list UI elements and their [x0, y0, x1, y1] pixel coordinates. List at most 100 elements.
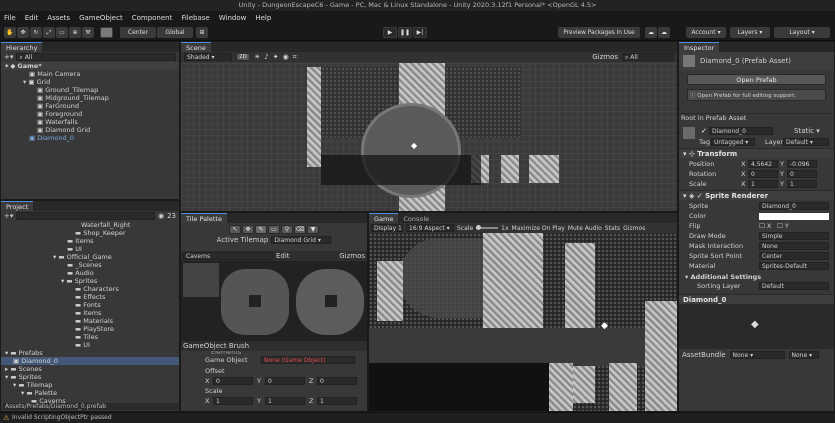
- hierarchy-item-diamond[interactable]: ▣ Diamond_0: [1, 134, 179, 142]
- assetbundle-dropdown[interactable]: None ▾: [729, 351, 785, 359]
- palette-grid[interactable]: [181, 261, 367, 341]
- flip-x-checkbox[interactable]: ☐ X: [759, 222, 771, 230]
- project-folder[interactable]: ▬ _Scenes: [1, 261, 179, 269]
- paint-tool-icon[interactable]: ✎: [255, 225, 267, 234]
- color-swatch[interactable]: [759, 213, 829, 220]
- grid-snap-icon[interactable]: ⊞: [196, 27, 208, 38]
- scene-search-input[interactable]: ⌕ All: [622, 53, 674, 61]
- preview-packages-button[interactable]: Preview Packages in Use: [558, 27, 640, 38]
- transform-header[interactable]: ▾ ⊹ Transform: [679, 148, 834, 158]
- scene-gizmos-button[interactable]: Gizmos: [592, 53, 618, 61]
- eye-icon[interactable]: ◉: [158, 212, 164, 220]
- palette-tile[interactable]: [183, 263, 219, 297]
- editor-tool-icon[interactable]: [100, 27, 113, 38]
- transform-tool-icon[interactable]: ⊕: [69, 27, 81, 38]
- tag-dropdown[interactable]: Untagged ▾: [711, 138, 755, 146]
- active-checkbox[interactable]: ✓: [701, 127, 707, 135]
- project-folder[interactable]: ▬ Characters: [1, 285, 179, 293]
- project-folder[interactable]: ▬ Fonts: [1, 301, 179, 309]
- pivot-center-toggle[interactable]: Center: [120, 27, 156, 38]
- project-folder[interactable]: ▾ ▬ Official_Game: [1, 253, 179, 261]
- audio-icon[interactable]: ♪: [264, 53, 268, 61]
- active-tilemap-dropdown[interactable]: Diamond Grid ▾: [271, 236, 332, 244]
- display-dropdown[interactable]: Display 1 ▾: [371, 224, 403, 239]
- scale-x-field[interactable]: 1: [748, 180, 778, 188]
- offset-y-field[interactable]: 0: [265, 377, 305, 385]
- step-button[interactable]: ▶|: [413, 27, 427, 38]
- game-object-field[interactable]: None (Game Object): [261, 356, 355, 364]
- tab-tile-palette[interactable]: Tile Palette: [181, 213, 227, 223]
- hierarchy-item-foreground[interactable]: ▣ Foreground: [1, 110, 179, 118]
- menu-filebase[interactable]: Filebase: [181, 14, 209, 22]
- menu-file[interactable]: File: [4, 14, 16, 22]
- assetbundle-variant-dropdown[interactable]: None ▾: [788, 351, 819, 359]
- brush-dropdown[interactable]: GameObject Brush: [181, 341, 367, 351]
- palette-scale-z-field[interactable]: 1: [317, 397, 357, 405]
- maximize-on-play-toggle[interactable]: Maximize On Play: [512, 225, 565, 232]
- hierarchy-item-waterfalls[interactable]: ▣ Waterfalls: [1, 118, 179, 126]
- project-folder[interactable]: ▾ ▬ Sprites: [1, 277, 179, 285]
- project-search-input[interactable]: [16, 212, 155, 220]
- name-field[interactable]: Diamond_0: [709, 127, 773, 135]
- sprite-renderer-header[interactable]: ▾ ◈ ✓ Sprite Renderer: [679, 190, 834, 200]
- draw-mode-dropdown[interactable]: Simple: [759, 232, 829, 240]
- palette-scale-y-field[interactable]: 1: [265, 397, 305, 405]
- hierarchy-item-farground[interactable]: ▣ FarGround: [1, 102, 179, 110]
- scale-y-field[interactable]: 1: [787, 180, 817, 188]
- palette-gizmos-button[interactable]: Gizmos: [339, 252, 365, 260]
- scale-slider[interactable]: [476, 225, 499, 230]
- menu-assets[interactable]: Assets: [47, 14, 70, 22]
- picker-tool-icon[interactable]: ⚲: [281, 225, 293, 234]
- tab-project[interactable]: Project: [1, 201, 34, 211]
- project-folder[interactable]: ▬ UI: [1, 245, 179, 253]
- global-toggle[interactable]: Global: [157, 27, 193, 38]
- account-dropdown[interactable]: Account ▾: [686, 27, 726, 38]
- static-toggle[interactable]: Static ▾: [794, 127, 820, 135]
- game-viewport[interactable]: ◆: [369, 233, 677, 411]
- material-field[interactable]: Sprites-Default: [759, 262, 829, 270]
- add-icon[interactable]: +▾: [4, 212, 13, 220]
- pause-button[interactable]: ❚❚: [398, 27, 412, 38]
- rect-tool-icon[interactable]: ▭: [56, 27, 68, 38]
- mask-interaction-dropdown[interactable]: None: [759, 242, 829, 250]
- eraser-tool-icon[interactable]: ⌫: [294, 225, 306, 234]
- hierarchy-item-diamond-grid[interactable]: ▣ Diamond Grid: [1, 126, 179, 134]
- tab-scene[interactable]: Scene: [181, 42, 211, 52]
- project-folder[interactable]: ▸ ▬ Scenes: [1, 365, 179, 373]
- rotate-tool-icon[interactable]: ↻: [30, 27, 42, 38]
- open-prefab-button[interactable]: Open Prefab: [687, 74, 826, 85]
- position-y-field[interactable]: -0.096: [787, 160, 817, 168]
- project-folder[interactable]: ▬ Tiles: [1, 333, 179, 341]
- add-icon[interactable]: +▾: [4, 53, 13, 61]
- effects-icon[interactable]: ✦: [273, 53, 279, 61]
- project-folder[interactable]: ▾ ▬ Sprites: [1, 373, 179, 381]
- project-folder[interactable]: ▾ ▬ Palette: [1, 389, 179, 397]
- menu-edit[interactable]: Edit: [25, 14, 39, 22]
- game-gizmos-button[interactable]: Gizmos: [623, 225, 645, 232]
- position-x-field[interactable]: 4.5642: [748, 160, 778, 168]
- fill-tool-icon[interactable]: ▼: [307, 225, 319, 234]
- mute-audio-toggle[interactable]: Mute Audio: [568, 225, 602, 232]
- select-tool-icon[interactable]: ↖: [229, 225, 241, 234]
- additional-settings-toggle[interactable]: ▾ Additional Settings: [679, 273, 834, 281]
- layout-dropdown[interactable]: Layout ▾: [774, 27, 830, 38]
- palette-scale-x-field[interactable]: 1: [213, 397, 253, 405]
- hierarchy-item-midground-tilemap[interactable]: ▣ Midground_Tilemap: [1, 94, 179, 102]
- menu-gameobject[interactable]: GameObject: [79, 14, 123, 22]
- palette-dropdown[interactable]: Cavems: [183, 252, 273, 260]
- play-button[interactable]: ▶: [383, 27, 397, 38]
- camera-icon[interactable]: ⌗: [293, 53, 297, 62]
- project-item[interactable]: ▬ Shop_Keeper: [1, 229, 179, 237]
- project-folder[interactable]: ▬ Materials: [1, 317, 179, 325]
- tab-console[interactable]: Console: [398, 213, 435, 223]
- aspect-dropdown[interactable]: 16:9 Aspect ▾: [406, 224, 454, 232]
- tab-game[interactable]: Game: [369, 213, 399, 223]
- project-item-selected[interactable]: ▣ Diamond_0: [1, 357, 179, 365]
- move-tool-icon[interactable]: ✥: [17, 27, 29, 38]
- move-tool-icon[interactable]: ✥: [242, 225, 254, 234]
- shading-dropdown[interactable]: Shaded ▾: [184, 53, 232, 61]
- cloud-icon[interactable]: ☁: [658, 27, 670, 38]
- palette-edit-button[interactable]: Edit: [276, 252, 290, 260]
- hand-tool-icon[interactable]: ✋: [4, 27, 16, 38]
- project-folder[interactable]: ▾ ▬ Prefabs: [1, 349, 179, 357]
